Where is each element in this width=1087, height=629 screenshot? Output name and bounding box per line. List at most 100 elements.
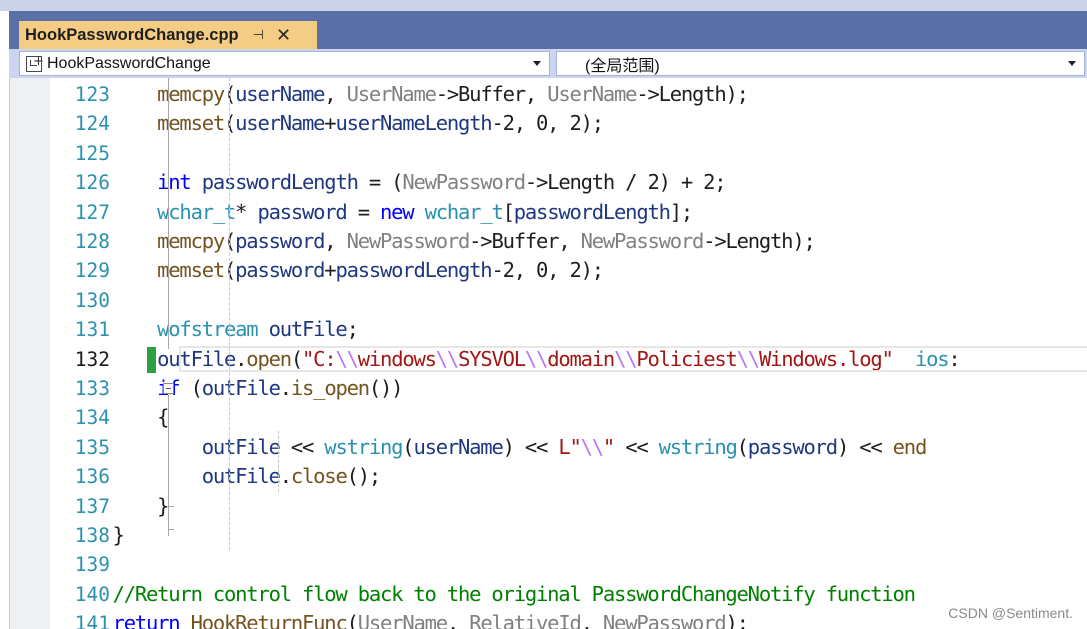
code-text: //Return control flow back to the origin… [68,580,916,609]
line-number: 125 [74,141,110,165]
outline-guide [168,519,169,530]
code-token: passwordLength [513,199,671,224]
tab-title: HookPasswordChange.cpp [25,25,239,44]
code-text: memcpy(userName, UserName->Buffer, UserN… [68,80,749,109]
code-token: NewPassword [346,229,471,253]
document-tab-bar: HookPasswordChange.cpp ⊣ ✕ [9,11,1087,49]
code-token: , [324,82,347,106]
code-token: ()) [368,376,404,400]
code-token: passwordLength [335,258,492,283]
code-token: . [279,464,292,489]
code-token: << [614,434,659,459]
collapse-toggle-icon[interactable] [163,383,174,394]
code-token: << [279,434,325,459]
code-line[interactable]: 127 wchar_t* password = new wchar_t[pass… [10,198,1087,227]
code-token: ); [725,611,749,629]
code-token: UserName [547,82,637,106]
code-token: \\ [580,434,605,459]
code-token: , [446,611,470,629]
code-token: ]; [669,199,694,224]
global-scope-value: (全局范围) [585,57,660,75]
code-line[interactable]: 141 return HookReturnFunc(UserName, Rela… [10,609,1087,629]
outline-guide [168,395,169,536]
code-token: = [346,199,381,224]
code-line[interactable]: 130 [10,286,1087,315]
code-token: password [235,258,325,283]
code-token: outFile [201,434,281,459]
code-line[interactable]: 123 memcpy(userName, UserName->Buffer, U… [10,80,1087,109]
code-token: ); [792,229,816,253]
code-editor[interactable]: 123 memcpy(userName, UserName->Buffer, U… [10,78,1087,629]
tab-hookpasswordchange-cpp[interactable]: HookPasswordChange.cpp ⊣ ✕ [19,21,317,49]
code-token: -> [703,229,727,253]
code-token: Length [658,82,727,106]
code-token: wstring [658,434,738,459]
project-scope-dropdown[interactable]: HookPasswordChange [19,51,550,76]
code-token: { [157,405,169,430]
pin-icon[interactable]: ⊣ [253,27,264,43]
code-token: L" [558,434,582,459]
code-token: end [892,434,928,459]
code-token: NewPassword [602,611,727,629]
code-token: userName [235,111,325,136]
code-line[interactable]: 125 [10,139,1087,168]
code-token: } [112,523,125,547]
chevron-down-icon[interactable] [1068,61,1076,66]
code-line[interactable]: 136 outFile.close(); [10,462,1087,491]
code-line[interactable]: 128 memcpy(password, NewPassword->Buffer… [10,227,1087,256]
code-line[interactable]: 140 //Return control flow back to the or… [10,580,1087,609]
code-token: (); [346,464,382,489]
code-line[interactable]: 124 memset(userName+userNameLength-2, 0,… [10,109,1087,138]
outline-guide [168,78,169,349]
code-text: wofstream outFile; [68,315,359,344]
code-token: userName [413,434,503,459]
code-token: ; [346,317,359,342]
code-line[interactable]: 131 wofstream outFile; [10,315,1087,344]
code-token: wstring [324,434,403,459]
code-line[interactable]: 135 outFile << wstring(userName) << L"\\… [10,433,1087,462]
code-token: [ [502,199,515,224]
code-token: close [290,464,348,489]
close-icon[interactable]: ✕ [276,25,291,46]
window-top-strip [0,0,1087,11]
code-text: { [68,403,169,432]
code-token: -2, 0, 2); [491,111,604,136]
code-text: memcpy(password, NewPassword->Buffer, Ne… [68,227,816,256]
code-token: -> [435,82,460,106]
code-text: memset(password+passwordLength-2, 0, 2); [68,256,604,285]
left-side-panel-edge [0,11,10,629]
project-scope-value: HookPasswordChange [47,54,211,72]
code-token: ); [725,82,749,106]
code-token: outFile [268,317,348,342]
code-token: -2, 0, 2); [491,258,604,283]
code-token: Buffer [491,229,559,253]
code-token: outFile [201,464,281,489]
indent-guide [229,78,230,551]
current-line-highlight [179,345,1087,372]
chevron-down-icon[interactable] [533,61,541,66]
project-icon [26,54,44,72]
code-token: } [157,493,169,518]
code-token: HookReturnFunc [190,611,348,629]
code-line[interactable]: 134 { [10,403,1087,432]
global-scope-dropdown[interactable]: (全局范围) [556,51,1085,76]
code-line[interactable]: 126 int passwordLength = (NewPassword->L… [10,168,1087,197]
code-line[interactable]: 129 memset(password+passwordLength-2, 0,… [10,256,1087,285]
code-line[interactable]: 139 [10,550,1087,579]
code-text: } [68,521,125,550]
code-token: is_open [290,376,370,400]
code-line[interactable]: 138 } [10,521,1087,550]
